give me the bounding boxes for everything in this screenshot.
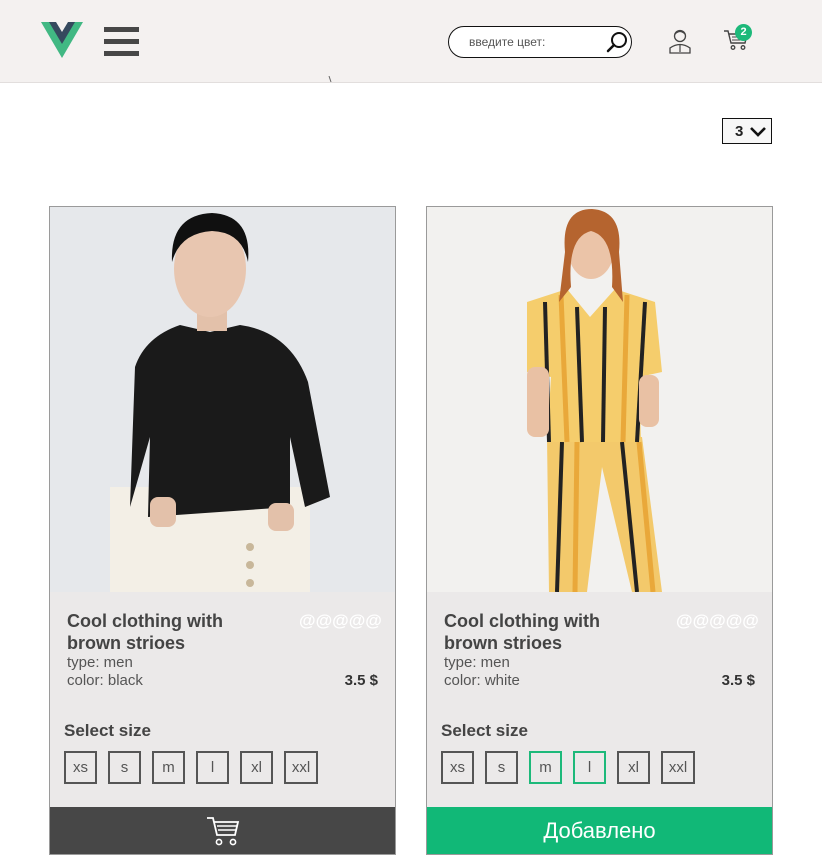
add-to-cart-button[interactable]: [50, 807, 395, 854]
search-input[interactable]: [469, 33, 599, 51]
cart-icon: [207, 817, 240, 846]
search-icon[interactable]: [606, 31, 628, 53]
product-color: color: white: [444, 672, 520, 689]
product-price: 3.5 $: [344, 672, 378, 689]
size-option-xs[interactable]: xs: [64, 751, 97, 784]
select-size-label: Select size: [64, 721, 151, 740]
per-page-select[interactable]: 3: [722, 118, 772, 144]
size-option-l[interactable]: l: [196, 751, 229, 784]
size-option-l[interactable]: l: [573, 751, 606, 784]
product-image[interactable]: [50, 207, 395, 592]
chevron-down-icon: [750, 127, 766, 137]
product-type: type: men: [444, 654, 510, 671]
divider-mark: [328, 76, 332, 82]
product-title: Cool clothing with brown strioes: [444, 611, 600, 653]
product-type: type: men: [67, 654, 133, 671]
size-option-m[interactable]: m: [152, 751, 185, 784]
size-option-xxl[interactable]: xxl: [661, 751, 695, 784]
size-option-xl[interactable]: xl: [617, 751, 650, 784]
added-to-cart-button[interactable]: Добавлено: [427, 807, 772, 854]
select-size-label: Select size: [441, 721, 528, 740]
cart-count-badge: 2: [735, 24, 752, 41]
size-option-xxl[interactable]: xxl: [284, 751, 318, 784]
hamburger-menu-icon[interactable]: [104, 27, 139, 57]
size-option-xl[interactable]: xl: [240, 751, 273, 784]
size-option-s[interactable]: s: [485, 751, 518, 784]
product-color: color: black: [67, 672, 143, 689]
size-option-xs[interactable]: xs: [441, 751, 474, 784]
product-card: Cool clothing with brown strioes @@@@@ t…: [426, 206, 773, 855]
per-page-value: 3: [735, 123, 744, 140]
product-rating: @@@@@: [676, 611, 759, 630]
product-title: Cool clothing with brown strioes: [67, 611, 223, 653]
size-option-m[interactable]: m: [529, 751, 562, 784]
product-card: Cool clothing with brown strioes @@@@@ t…: [49, 206, 396, 855]
size-option-s[interactable]: s: [108, 751, 141, 784]
product-price: 3.5 $: [721, 672, 755, 689]
product-rating: @@@@@: [299, 611, 382, 630]
site-header: 2: [0, 0, 822, 83]
search-box: [448, 26, 632, 58]
user-icon[interactable]: [668, 28, 692, 54]
product-image[interactable]: [427, 207, 772, 592]
vue-logo-icon[interactable]: [41, 22, 83, 58]
